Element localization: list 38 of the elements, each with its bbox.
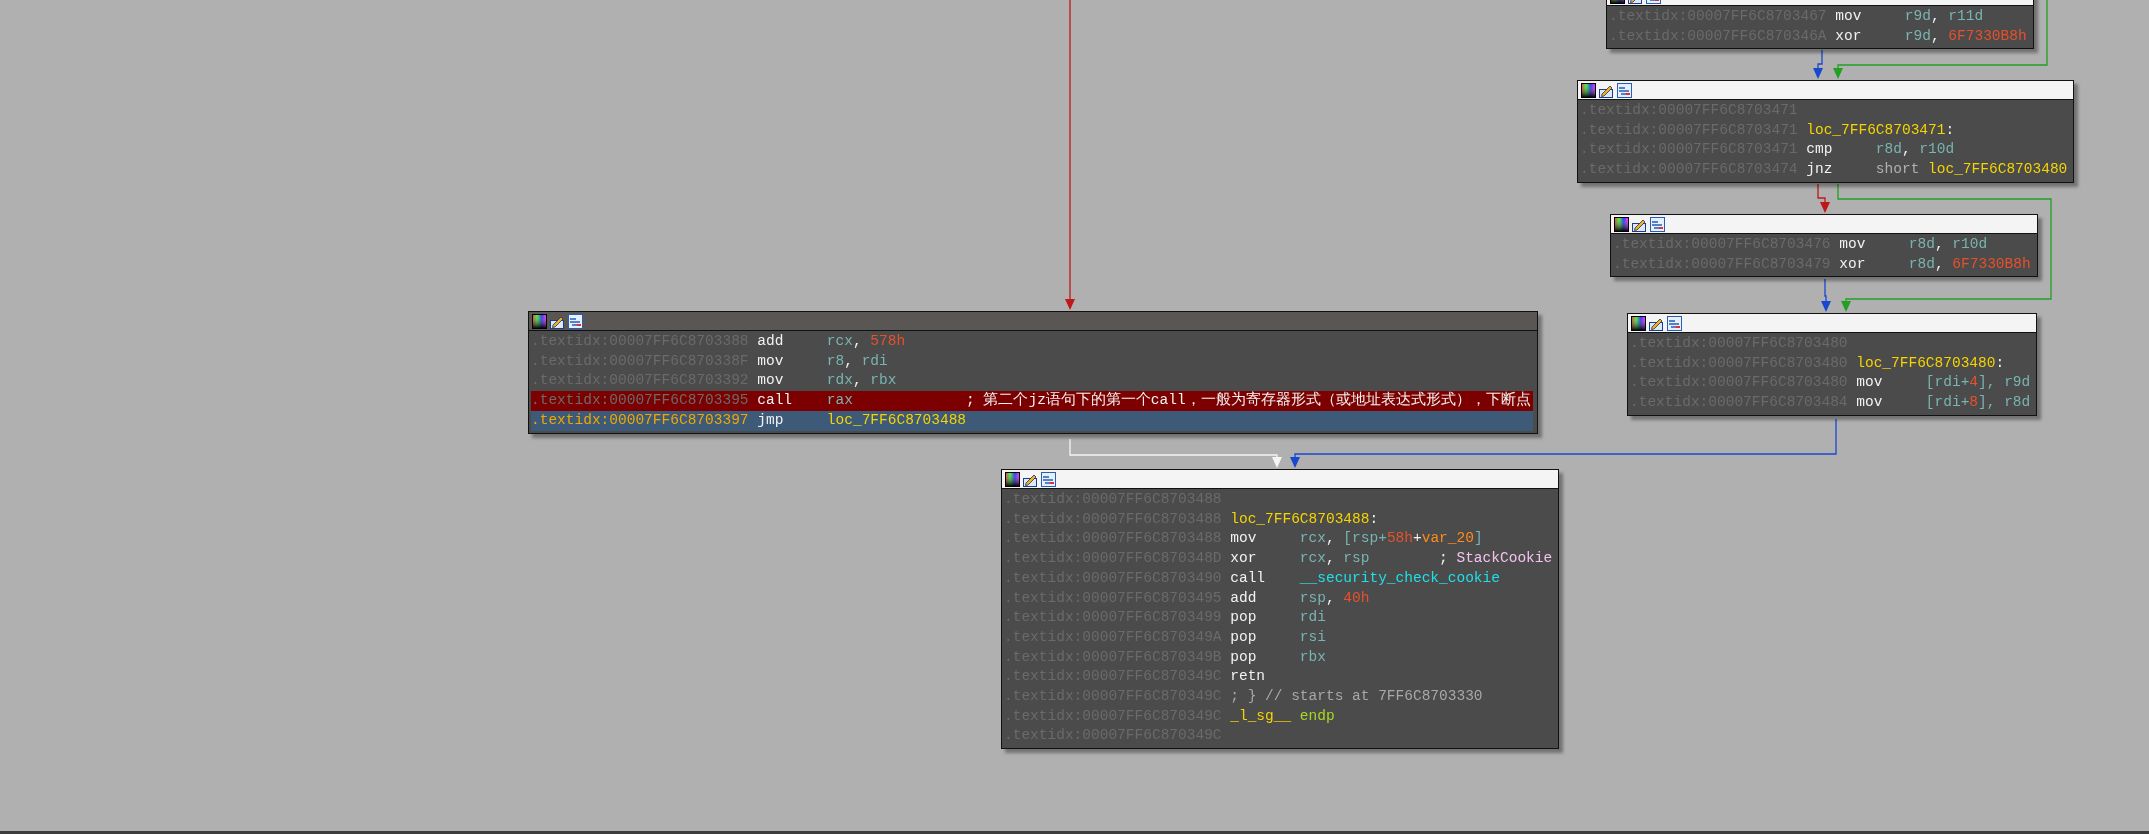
instruction-text: jmp loc_7FF6C8703488 — [757, 410, 967, 430]
instruction-text: pop rbx — [1230, 647, 1326, 667]
instruction-text: call rax ; 第二个jz语句下的第一个call，一般为寄存器形式（或地址表达式形式），下断点 — [757, 391, 1531, 411]
instruction-text: mov rcx, [rsp+58h+var_20] — [1230, 529, 1483, 549]
instruction-text: pop rdi — [1230, 608, 1326, 628]
instruction-text: mov r8, rdi — [757, 351, 888, 371]
instruction-text: pop rsi — [1230, 627, 1326, 647]
color-palette-icon[interactable] — [1005, 471, 1020, 487]
instruction-text: retn — [1230, 667, 1267, 687]
instruction-text: mov rdx, rbx — [757, 371, 897, 391]
instruction-text: mov r9d, r11d — [1835, 7, 1984, 26]
graph-icon[interactable] — [568, 313, 583, 329]
graph-icon[interactable] — [1617, 82, 1632, 98]
instruction-text: _l_sg__ endp — [1230, 706, 1335, 726]
instruction-text: xor r8d, 6F7330B8h — [1839, 254, 2031, 274]
instruction-text: add rcx, 578h — [757, 332, 906, 351]
color-palette-icon[interactable] — [1614, 216, 1629, 232]
line-address: .textidx:00007FF6C8703397 — [531, 410, 750, 430]
instruction-text: mov [rdi+8], r8d — [1856, 393, 2031, 413]
instruction-text: loc_7FF6C8703471: — [1806, 120, 1955, 140]
instruction-text: jnz short loc_7FF6C8703480 — [1806, 160, 2068, 180]
instruction-text: loc_7FF6C8703480: — [1856, 353, 2005, 373]
instruction-text: cmp r8d, r10d — [1806, 140, 1955, 160]
color-palette-icon[interactable] — [1631, 315, 1646, 331]
instruction-text: call __security_check_cookie — [1230, 568, 1500, 588]
graph-icon[interactable] — [1667, 315, 1682, 331]
line-address: .textidx:00007FF6C8703395 — [531, 391, 750, 411]
instruction-text: loc_7FF6C8703488: — [1230, 509, 1379, 529]
graph-icon[interactable] — [1041, 471, 1056, 487]
instruction-text: mov [rdi+4], r9d — [1856, 373, 2031, 393]
instruction-text: xor rcx, rsp ; StackCookie — [1230, 549, 1553, 569]
instruction-text: mov r8d, r10d — [1839, 235, 1988, 254]
color-palette-icon[interactable] — [1581, 82, 1596, 98]
instruction-text: ; } // starts at 7FF6C8703330 — [1230, 687, 1483, 707]
color-palette-icon[interactable] — [532, 313, 547, 329]
graph-icon[interactable] — [1650, 216, 1665, 232]
instruction-text: add rsp, 40h — [1230, 588, 1370, 608]
instruction-text: xor r9d, 6F7330B8h — [1835, 26, 2027, 46]
